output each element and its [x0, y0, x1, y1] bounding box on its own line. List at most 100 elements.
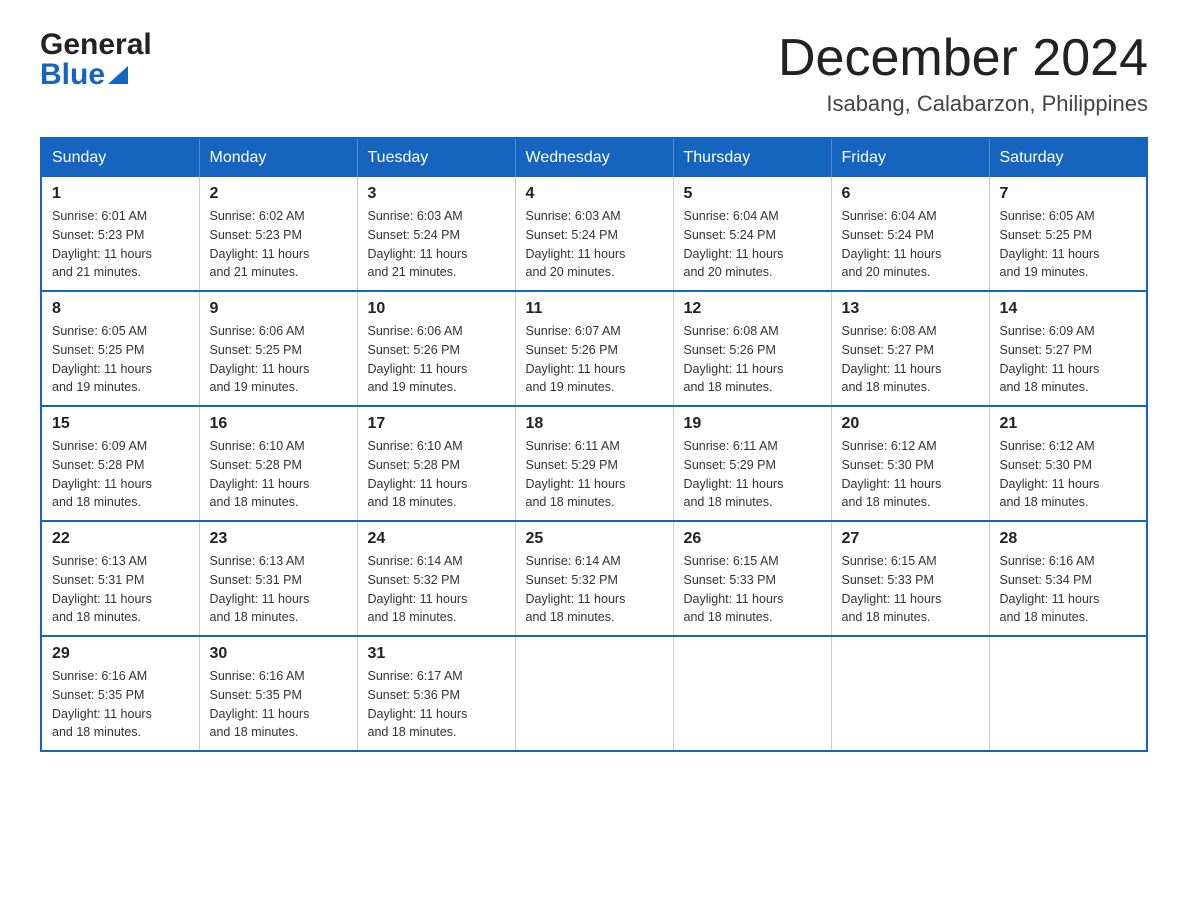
- day-info: Sunrise: 6:06 AM Sunset: 5:26 PM Dayligh…: [368, 322, 505, 397]
- calendar-week-row: 8 Sunrise: 6:05 AM Sunset: 5:25 PM Dayli…: [41, 291, 1147, 406]
- calendar-cell: 25 Sunrise: 6:14 AM Sunset: 5:32 PM Dayl…: [515, 521, 673, 636]
- calendar-table: SundayMondayTuesdayWednesdayThursdayFrid…: [40, 137, 1148, 752]
- logo-general: General: [40, 30, 152, 60]
- title-section: December 2024 Isabang, Calabarzon, Phili…: [778, 30, 1148, 117]
- calendar-cell: 1 Sunrise: 6:01 AM Sunset: 5:23 PM Dayli…: [41, 177, 199, 291]
- day-info: Sunrise: 6:04 AM Sunset: 5:24 PM Dayligh…: [684, 207, 821, 282]
- calendar-cell: 2 Sunrise: 6:02 AM Sunset: 5:23 PM Dayli…: [199, 177, 357, 291]
- calendar-day-header: Sunday: [41, 138, 199, 177]
- day-number: 18: [526, 415, 663, 433]
- day-number: 13: [842, 300, 979, 318]
- day-info: Sunrise: 6:05 AM Sunset: 5:25 PM Dayligh…: [52, 322, 189, 397]
- calendar-cell: 22 Sunrise: 6:13 AM Sunset: 5:31 PM Dayl…: [41, 521, 199, 636]
- day-info: Sunrise: 6:11 AM Sunset: 5:29 PM Dayligh…: [526, 437, 663, 512]
- calendar-day-header: Saturday: [989, 138, 1147, 177]
- calendar-cell: 26 Sunrise: 6:15 AM Sunset: 5:33 PM Dayl…: [673, 521, 831, 636]
- day-number: 9: [210, 300, 347, 318]
- day-info: Sunrise: 6:16 AM Sunset: 5:35 PM Dayligh…: [210, 667, 347, 742]
- calendar-day-header: Thursday: [673, 138, 831, 177]
- calendar-cell: 13 Sunrise: 6:08 AM Sunset: 5:27 PM Dayl…: [831, 291, 989, 406]
- calendar-cell: 4 Sunrise: 6:03 AM Sunset: 5:24 PM Dayli…: [515, 177, 673, 291]
- calendar-cell: 3 Sunrise: 6:03 AM Sunset: 5:24 PM Dayli…: [357, 177, 515, 291]
- day-number: 5: [684, 185, 821, 203]
- day-number: 19: [684, 415, 821, 433]
- day-info: Sunrise: 6:08 AM Sunset: 5:27 PM Dayligh…: [842, 322, 979, 397]
- calendar-cell: 9 Sunrise: 6:06 AM Sunset: 5:25 PM Dayli…: [199, 291, 357, 406]
- day-info: Sunrise: 6:09 AM Sunset: 5:28 PM Dayligh…: [52, 437, 189, 512]
- day-info: Sunrise: 6:09 AM Sunset: 5:27 PM Dayligh…: [1000, 322, 1137, 397]
- day-number: 17: [368, 415, 505, 433]
- day-info: Sunrise: 6:17 AM Sunset: 5:36 PM Dayligh…: [368, 667, 505, 742]
- day-number: 2: [210, 185, 347, 203]
- day-info: Sunrise: 6:13 AM Sunset: 5:31 PM Dayligh…: [210, 552, 347, 627]
- calendar-day-header: Friday: [831, 138, 989, 177]
- calendar-cell: 14 Sunrise: 6:09 AM Sunset: 5:27 PM Dayl…: [989, 291, 1147, 406]
- calendar-week-row: 15 Sunrise: 6:09 AM Sunset: 5:28 PM Dayl…: [41, 406, 1147, 521]
- calendar-cell: 18 Sunrise: 6:11 AM Sunset: 5:29 PM Dayl…: [515, 406, 673, 521]
- day-number: 23: [210, 530, 347, 548]
- day-number: 30: [210, 645, 347, 663]
- calendar-day-header: Wednesday: [515, 138, 673, 177]
- day-info: Sunrise: 6:01 AM Sunset: 5:23 PM Dayligh…: [52, 207, 189, 282]
- day-info: Sunrise: 6:12 AM Sunset: 5:30 PM Dayligh…: [1000, 437, 1137, 512]
- day-info: Sunrise: 6:10 AM Sunset: 5:28 PM Dayligh…: [210, 437, 347, 512]
- day-info: Sunrise: 6:02 AM Sunset: 5:23 PM Dayligh…: [210, 207, 347, 282]
- calendar-subtitle: Isabang, Calabarzon, Philippines: [778, 91, 1148, 117]
- calendar-day-header: Monday: [199, 138, 357, 177]
- day-info: Sunrise: 6:10 AM Sunset: 5:28 PM Dayligh…: [368, 437, 505, 512]
- day-info: Sunrise: 6:16 AM Sunset: 5:35 PM Dayligh…: [52, 667, 189, 742]
- day-number: 27: [842, 530, 979, 548]
- day-number: 7: [1000, 185, 1137, 203]
- calendar-cell: 16 Sunrise: 6:10 AM Sunset: 5:28 PM Dayl…: [199, 406, 357, 521]
- day-info: Sunrise: 6:15 AM Sunset: 5:33 PM Dayligh…: [684, 552, 821, 627]
- day-number: 15: [52, 415, 189, 433]
- day-info: Sunrise: 6:06 AM Sunset: 5:25 PM Dayligh…: [210, 322, 347, 397]
- calendar-cell: [831, 636, 989, 751]
- page-header: General Blue December 2024 Isabang, Cala…: [40, 30, 1148, 117]
- calendar-cell: 15 Sunrise: 6:09 AM Sunset: 5:28 PM Dayl…: [41, 406, 199, 521]
- day-info: Sunrise: 6:03 AM Sunset: 5:24 PM Dayligh…: [526, 207, 663, 282]
- calendar-cell: 11 Sunrise: 6:07 AM Sunset: 5:26 PM Dayl…: [515, 291, 673, 406]
- calendar-cell: 17 Sunrise: 6:10 AM Sunset: 5:28 PM Dayl…: [357, 406, 515, 521]
- day-info: Sunrise: 6:03 AM Sunset: 5:24 PM Dayligh…: [368, 207, 505, 282]
- calendar-cell: 31 Sunrise: 6:17 AM Sunset: 5:36 PM Dayl…: [357, 636, 515, 751]
- day-number: 25: [526, 530, 663, 548]
- day-info: Sunrise: 6:11 AM Sunset: 5:29 PM Dayligh…: [684, 437, 821, 512]
- calendar-cell: [673, 636, 831, 751]
- day-number: 3: [368, 185, 505, 203]
- calendar-week-row: 29 Sunrise: 6:16 AM Sunset: 5:35 PM Dayl…: [41, 636, 1147, 751]
- day-number: 20: [842, 415, 979, 433]
- calendar-cell: 12 Sunrise: 6:08 AM Sunset: 5:26 PM Dayl…: [673, 291, 831, 406]
- calendar-week-row: 22 Sunrise: 6:13 AM Sunset: 5:31 PM Dayl…: [41, 521, 1147, 636]
- calendar-cell: 24 Sunrise: 6:14 AM Sunset: 5:32 PM Dayl…: [357, 521, 515, 636]
- day-number: 22: [52, 530, 189, 548]
- day-number: 6: [842, 185, 979, 203]
- calendar-cell: 10 Sunrise: 6:06 AM Sunset: 5:26 PM Dayl…: [357, 291, 515, 406]
- logo: General Blue: [40, 30, 152, 90]
- day-number: 14: [1000, 300, 1137, 318]
- day-number: 11: [526, 300, 663, 318]
- day-info: Sunrise: 6:08 AM Sunset: 5:26 PM Dayligh…: [684, 322, 821, 397]
- day-number: 24: [368, 530, 505, 548]
- day-info: Sunrise: 6:07 AM Sunset: 5:26 PM Dayligh…: [526, 322, 663, 397]
- calendar-day-header: Tuesday: [357, 138, 515, 177]
- logo-blue: Blue: [40, 60, 105, 90]
- day-info: Sunrise: 6:13 AM Sunset: 5:31 PM Dayligh…: [52, 552, 189, 627]
- day-info: Sunrise: 6:16 AM Sunset: 5:34 PM Dayligh…: [1000, 552, 1137, 627]
- calendar-cell: 20 Sunrise: 6:12 AM Sunset: 5:30 PM Dayl…: [831, 406, 989, 521]
- day-info: Sunrise: 6:15 AM Sunset: 5:33 PM Dayligh…: [842, 552, 979, 627]
- day-number: 29: [52, 645, 189, 663]
- day-number: 28: [1000, 530, 1137, 548]
- day-number: 21: [1000, 415, 1137, 433]
- calendar-cell: 6 Sunrise: 6:04 AM Sunset: 5:24 PM Dayli…: [831, 177, 989, 291]
- calendar-header-row: SundayMondayTuesdayWednesdayThursdayFrid…: [41, 138, 1147, 177]
- day-number: 10: [368, 300, 505, 318]
- calendar-cell: 30 Sunrise: 6:16 AM Sunset: 5:35 PM Dayl…: [199, 636, 357, 751]
- day-number: 4: [526, 185, 663, 203]
- day-number: 8: [52, 300, 189, 318]
- day-number: 26: [684, 530, 821, 548]
- day-info: Sunrise: 6:12 AM Sunset: 5:30 PM Dayligh…: [842, 437, 979, 512]
- calendar-cell: 5 Sunrise: 6:04 AM Sunset: 5:24 PM Dayli…: [673, 177, 831, 291]
- calendar-cell: 28 Sunrise: 6:16 AM Sunset: 5:34 PM Dayl…: [989, 521, 1147, 636]
- calendar-cell: 19 Sunrise: 6:11 AM Sunset: 5:29 PM Dayl…: [673, 406, 831, 521]
